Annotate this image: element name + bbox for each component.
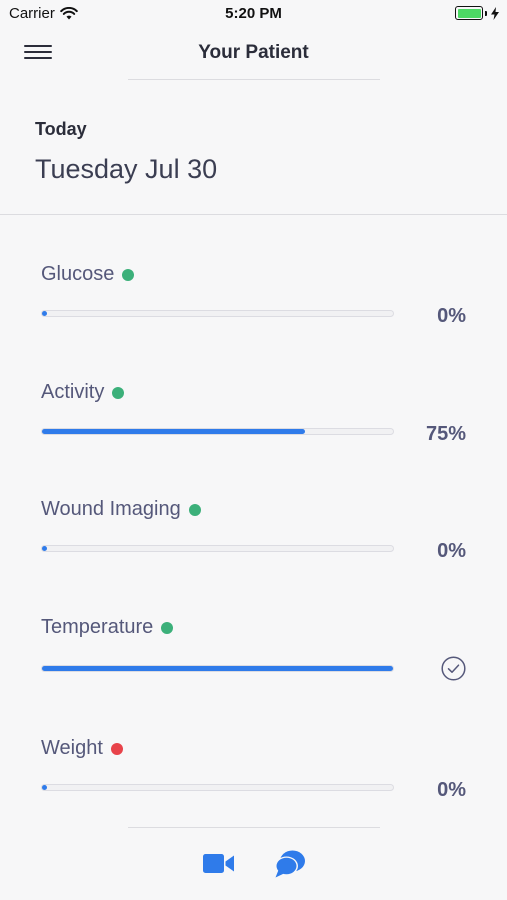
status-dot [188,503,201,516]
progress-percent: 0% [437,540,466,562]
date-section: Today Tuesday Jul 30 [0,80,507,215]
status-bar: Carrier 5:20 PM [0,0,507,28]
video-camera-icon[interactable] [203,853,234,874]
bottom-toolbar [0,828,507,900]
today-label: Today [35,119,87,139]
status-dot [122,268,135,281]
battery-indicator [455,6,499,20]
progress-fill [42,785,47,790]
progress-track [41,665,394,672]
battery-icon [455,6,483,20]
metric-label-activity: Activity [41,381,105,403]
chat-bubbles-icon[interactable] [275,850,305,878]
metric-temperature[interactable]: Temperature [0,616,507,706]
metric-wound-imaging[interactable]: Wound Imaging 0% [0,498,507,588]
progress-fill [42,666,393,671]
section-divider [0,214,507,215]
progress-fill [42,429,306,434]
metric-label-temperature: Temperature [41,616,154,638]
status-dot [110,742,123,755]
progress-percent: 75% [425,423,466,445]
page-title: Your Patient [198,42,309,63]
check-circle-icon [441,656,466,681]
progress-fill [42,546,47,551]
metric-label-weight: Weight [41,737,103,759]
current-date: Tuesday Jul 30 [35,154,218,184]
progress-percent: 0% [437,779,466,801]
metric-activity[interactable]: Activity 75% [0,381,507,471]
metric-weight[interactable]: Weight 0% [0,737,507,827]
progress-track [41,428,394,435]
metric-label-wound-imaging: Wound Imaging [41,498,181,520]
progress-percent: 0% [437,305,466,327]
battery-fill [457,8,481,18]
status-dot [112,386,125,399]
progress-track [41,310,394,317]
charging-bolt-icon [491,6,499,20]
progress-track [41,784,394,791]
status-time: 5:20 PM [225,5,282,22]
progress-track [41,545,394,552]
progress-fill [42,311,47,316]
navigation-bar: Your Patient [0,28,507,80]
metric-glucose[interactable]: Glucose 0% [0,263,507,353]
metric-label-glucose: Glucose [41,263,115,285]
status-dot [161,621,174,634]
